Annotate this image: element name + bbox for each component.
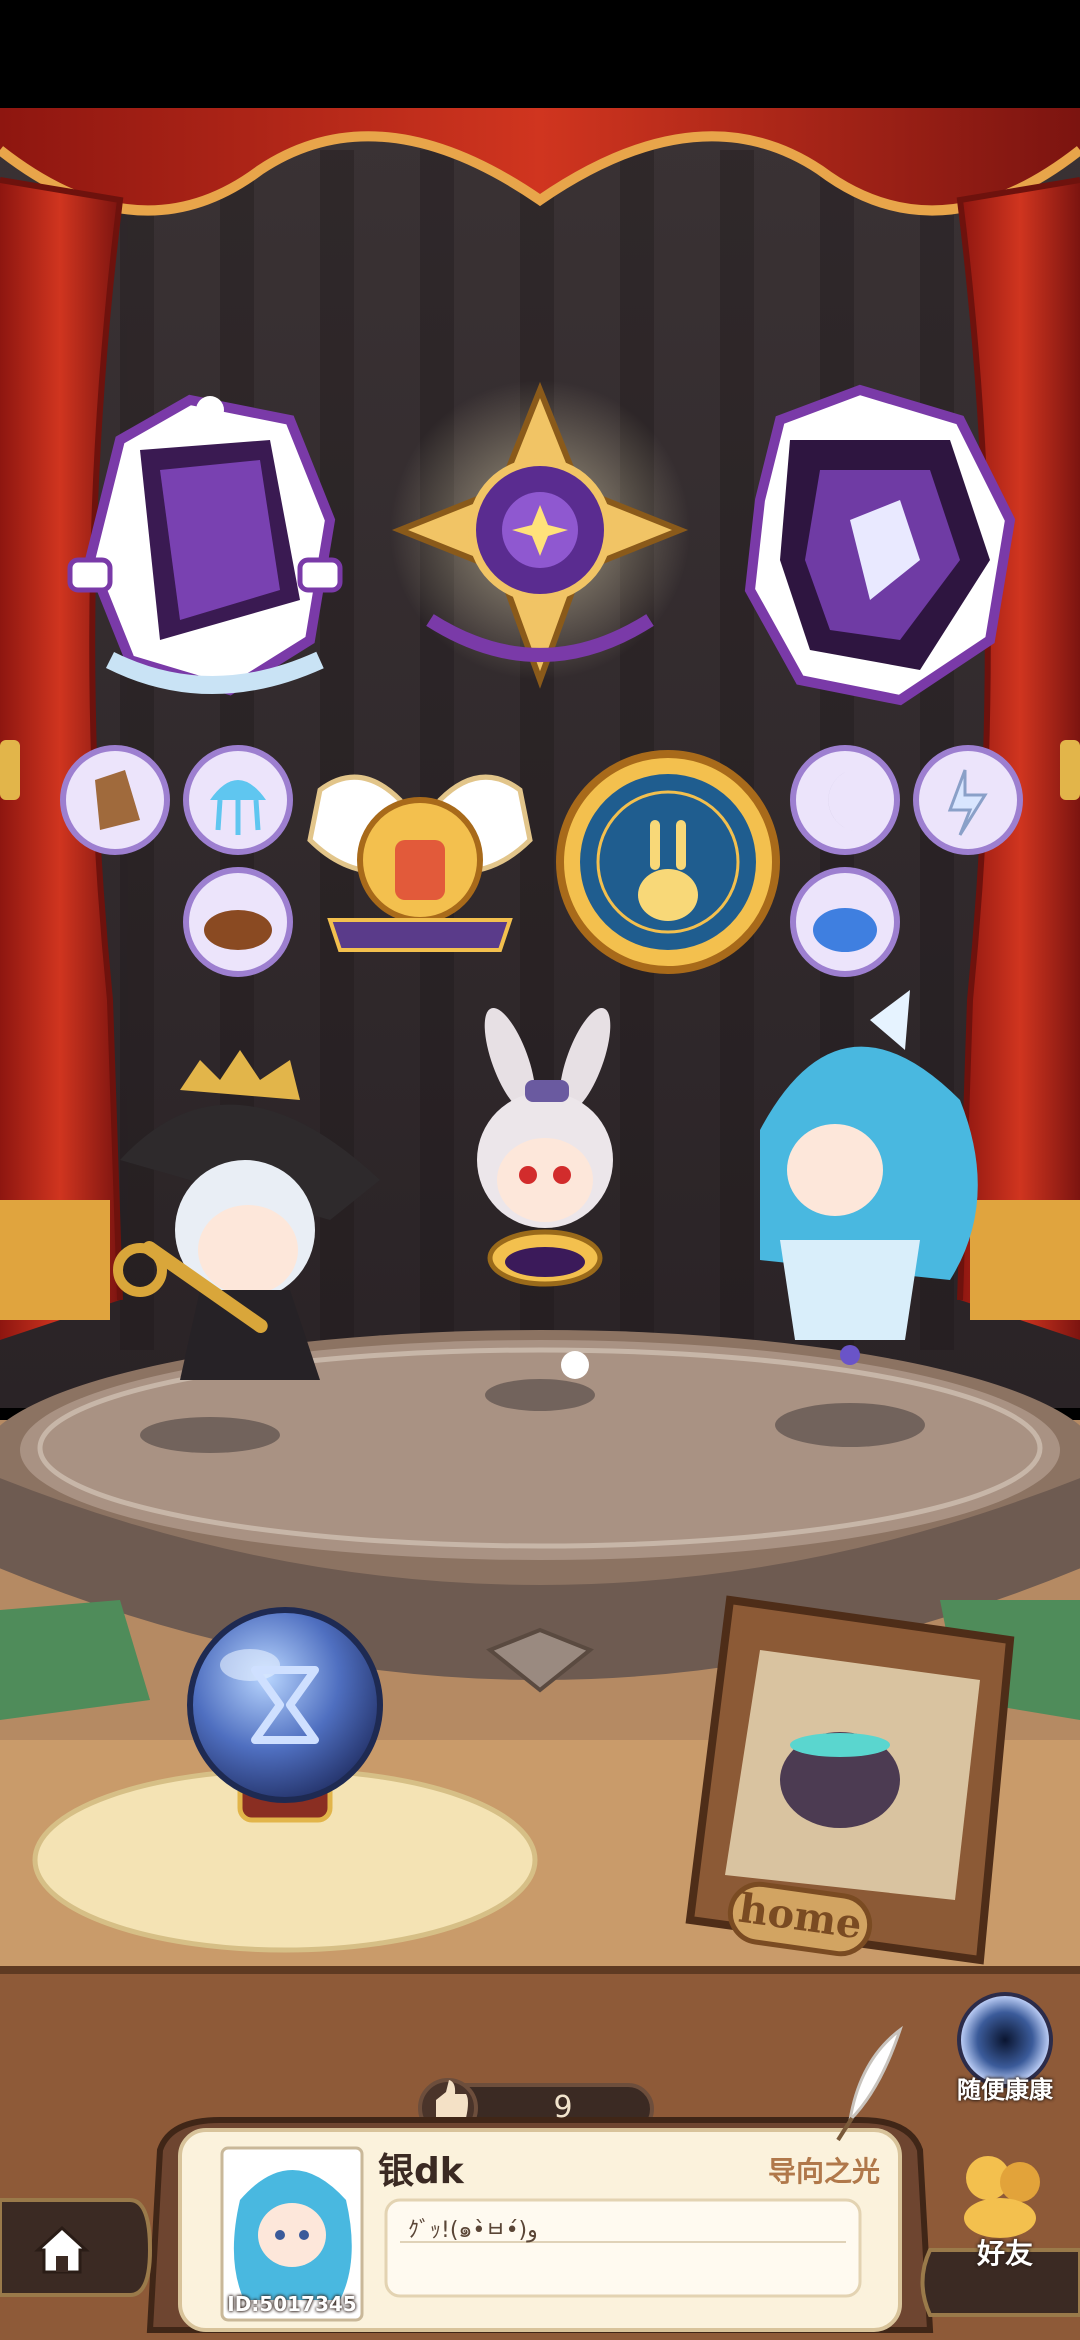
player-id: ID:5017345 [227,2292,357,2316]
medal-rabbit[interactable] [556,750,780,974]
player-title: 导向之光 [767,2155,880,2188]
trophy-moon[interactable] [790,745,900,855]
trophy-lightning[interactable] [913,745,1023,855]
badge-dragon[interactable] [744,384,1016,706]
medal-winged[interactable] [307,774,533,952]
trophy-slime[interactable] [790,867,900,977]
likes-count: 9 [553,2090,573,2125]
badge-compass-star[interactable] [390,380,690,689]
trophy-jellyfish[interactable] [183,745,293,855]
trophy-mud[interactable] [183,867,293,977]
player-name: 银dk [378,2151,464,2192]
game-screen: home 9 银dk 导向之光 ｸﾞｯ!(๑•̀ㅂ•́)و ID:5017345… [0,0,1080,2340]
trophy-crystal[interactable] [60,745,170,855]
player-signature: ｸﾞｯ!(๑•̀ㅂ•́)و [408,2218,538,2243]
random-visit-label[interactable]: 随便康康 [945,2070,1065,2105]
friends-label[interactable]: 好友 [950,2232,1060,2272]
